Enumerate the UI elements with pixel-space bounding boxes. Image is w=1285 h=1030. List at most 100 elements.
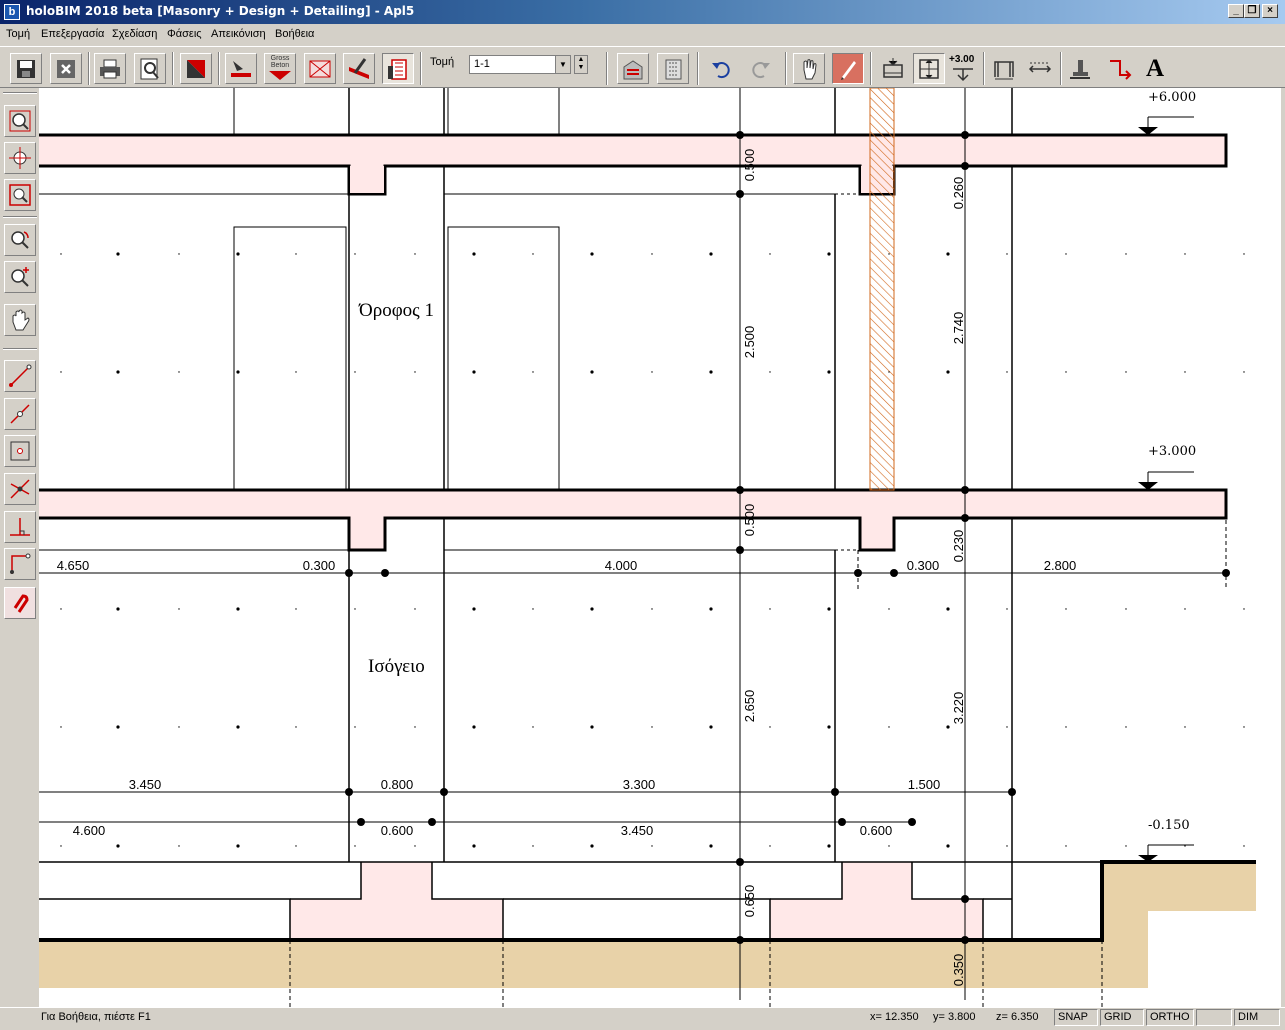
snap-center-button[interactable] [4, 435, 36, 467]
grid-point [116, 725, 120, 729]
slab-tool-button[interactable] [225, 53, 257, 84]
status-z-coord: z= 6.350 [996, 1011, 1039, 1023]
section-select-value: 1-1 [474, 58, 490, 70]
grid-toggle[interactable]: GRID [1100, 1009, 1144, 1026]
print-button[interactable] [94, 53, 126, 84]
height-dimension-button[interactable] [913, 53, 945, 84]
menu-phases[interactable]: Φάσεις [167, 28, 202, 40]
dim-label: 4.650 [57, 558, 90, 573]
zoom-extents-button[interactable] [4, 179, 36, 211]
snap-intersection-button[interactable] [4, 473, 36, 505]
app-icon: b [4, 4, 20, 20]
section-line-icon [1110, 60, 1132, 80]
snap-perpendicular-icon [10, 518, 30, 536]
grid-point [1184, 253, 1186, 255]
print-preview-button[interactable] [134, 53, 166, 84]
pan-hand-button[interactable] [793, 53, 825, 84]
grid-point [1065, 845, 1067, 847]
grid-point [769, 253, 771, 255]
building-view-button[interactable] [382, 53, 414, 84]
section-line-button[interactable] [1104, 53, 1136, 84]
beam-tool-button[interactable] [343, 53, 375, 84]
horizontal-dimension-button[interactable] [1024, 53, 1056, 84]
zoom-center-button[interactable] [4, 142, 36, 174]
grid-point [116, 844, 120, 848]
drawing-canvas[interactable]: +6.000 +3.000 -0.150 Όροφος 1 Ισόγειο 4.… [39, 88, 1281, 1007]
floors-view-button[interactable] [657, 53, 689, 84]
undo-button[interactable] [705, 53, 737, 84]
minimize-button[interactable]: _ [1228, 4, 1244, 18]
grid-point [532, 726, 534, 728]
snap-endpoint-button[interactable] [4, 360, 36, 392]
grid-point [1243, 845, 1245, 847]
close-drawing-button[interactable] [50, 53, 82, 84]
snap-magnet-button[interactable] [4, 587, 36, 619]
grid-point [590, 252, 594, 256]
snap-perpendicular-button[interactable] [4, 511, 36, 543]
grid-point [709, 370, 713, 374]
grid-point [1243, 608, 1245, 610]
span-dimension-button[interactable] [988, 53, 1020, 84]
dim-label: 0.600 [381, 823, 414, 838]
grid-point [1184, 371, 1186, 373]
grid-point [651, 845, 653, 847]
close-button[interactable]: × [1262, 4, 1278, 18]
section-label: Τομή [430, 56, 455, 68]
reinforcement-button[interactable] [304, 53, 336, 84]
dimension-tool-button[interactable] [180, 53, 212, 84]
vdim-label: 3.220 [951, 692, 966, 725]
grid-point [60, 371, 62, 373]
pan-button[interactable] [4, 304, 36, 336]
grid-point [1006, 845, 1008, 847]
vertical-scrollbar[interactable] [1281, 88, 1285, 1007]
grid-point [769, 371, 771, 373]
elevation-mark-button[interactable]: +3.00 [947, 53, 979, 84]
grid-point [532, 845, 534, 847]
snap-endpoint-icon [9, 364, 32, 387]
gross-beton-label: Gross Beton [270, 55, 290, 69]
grid-point [888, 845, 890, 847]
gross-beton-button[interactable]: Gross Beton [264, 53, 296, 84]
zoom-in-out-button[interactable] [4, 261, 36, 293]
3d-view-button[interactable] [617, 53, 649, 84]
ortho-toggle[interactable]: ORTHO [1146, 1009, 1194, 1026]
footing-tool-button[interactable] [1064, 53, 1096, 84]
vertical-dimension-button[interactable] [877, 53, 909, 84]
zoom-window-button[interactable] [4, 105, 36, 137]
restore-button[interactable]: ❐ [1244, 4, 1260, 18]
grid-point [116, 252, 120, 256]
menu-section[interactable]: Τομή [6, 28, 30, 40]
redo-button[interactable] [745, 53, 777, 84]
grid-point [709, 725, 713, 729]
snap-toggle[interactable]: SNAP [1054, 1009, 1098, 1026]
vertical-dimension-icon [883, 58, 903, 78]
section-spinner[interactable]: ▲ ▼ [574, 55, 588, 74]
status-help-text: Για Βοήθεια, πιέστε F1 [41, 1011, 151, 1023]
save-button[interactable] [10, 53, 42, 84]
menu-view[interactable]: Απεικόνιση [211, 28, 266, 40]
text-tool-button[interactable]: A [1140, 53, 1172, 84]
zoom-in-out-icon [11, 267, 29, 287]
grid-point [1243, 371, 1245, 373]
grid-point [1125, 253, 1127, 255]
pencil-edit-button[interactable] [832, 53, 864, 84]
chevron-down-icon[interactable]: ▼ [555, 56, 570, 73]
pencil-icon [841, 61, 856, 80]
dim-label: 3.450 [129, 777, 162, 792]
reinforcement-icon [309, 60, 331, 78]
slab-upper [39, 135, 1226, 166]
dim-label: 3.300 [623, 777, 656, 792]
grid-point [827, 725, 831, 729]
section-select[interactable]: 1-1 ▼ [469, 55, 571, 74]
snap-midpoint-button[interactable] [4, 398, 36, 430]
menu-draw[interactable]: Σχεδίαση [112, 28, 157, 40]
dim-label: 0.600 [860, 823, 893, 838]
zoom-extents-icon [9, 184, 31, 206]
menu-help[interactable]: Βοήθεια [275, 28, 314, 40]
snap-nearest-button[interactable] [4, 548, 36, 580]
zoom-previous-button[interactable] [4, 224, 36, 256]
dim-toggle[interactable]: DIM [1234, 1009, 1280, 1026]
horizontal-dimension-icon [1028, 62, 1052, 73]
grid-point [1125, 371, 1127, 373]
menu-edit[interactable]: Επεξεργασία [41, 28, 104, 40]
